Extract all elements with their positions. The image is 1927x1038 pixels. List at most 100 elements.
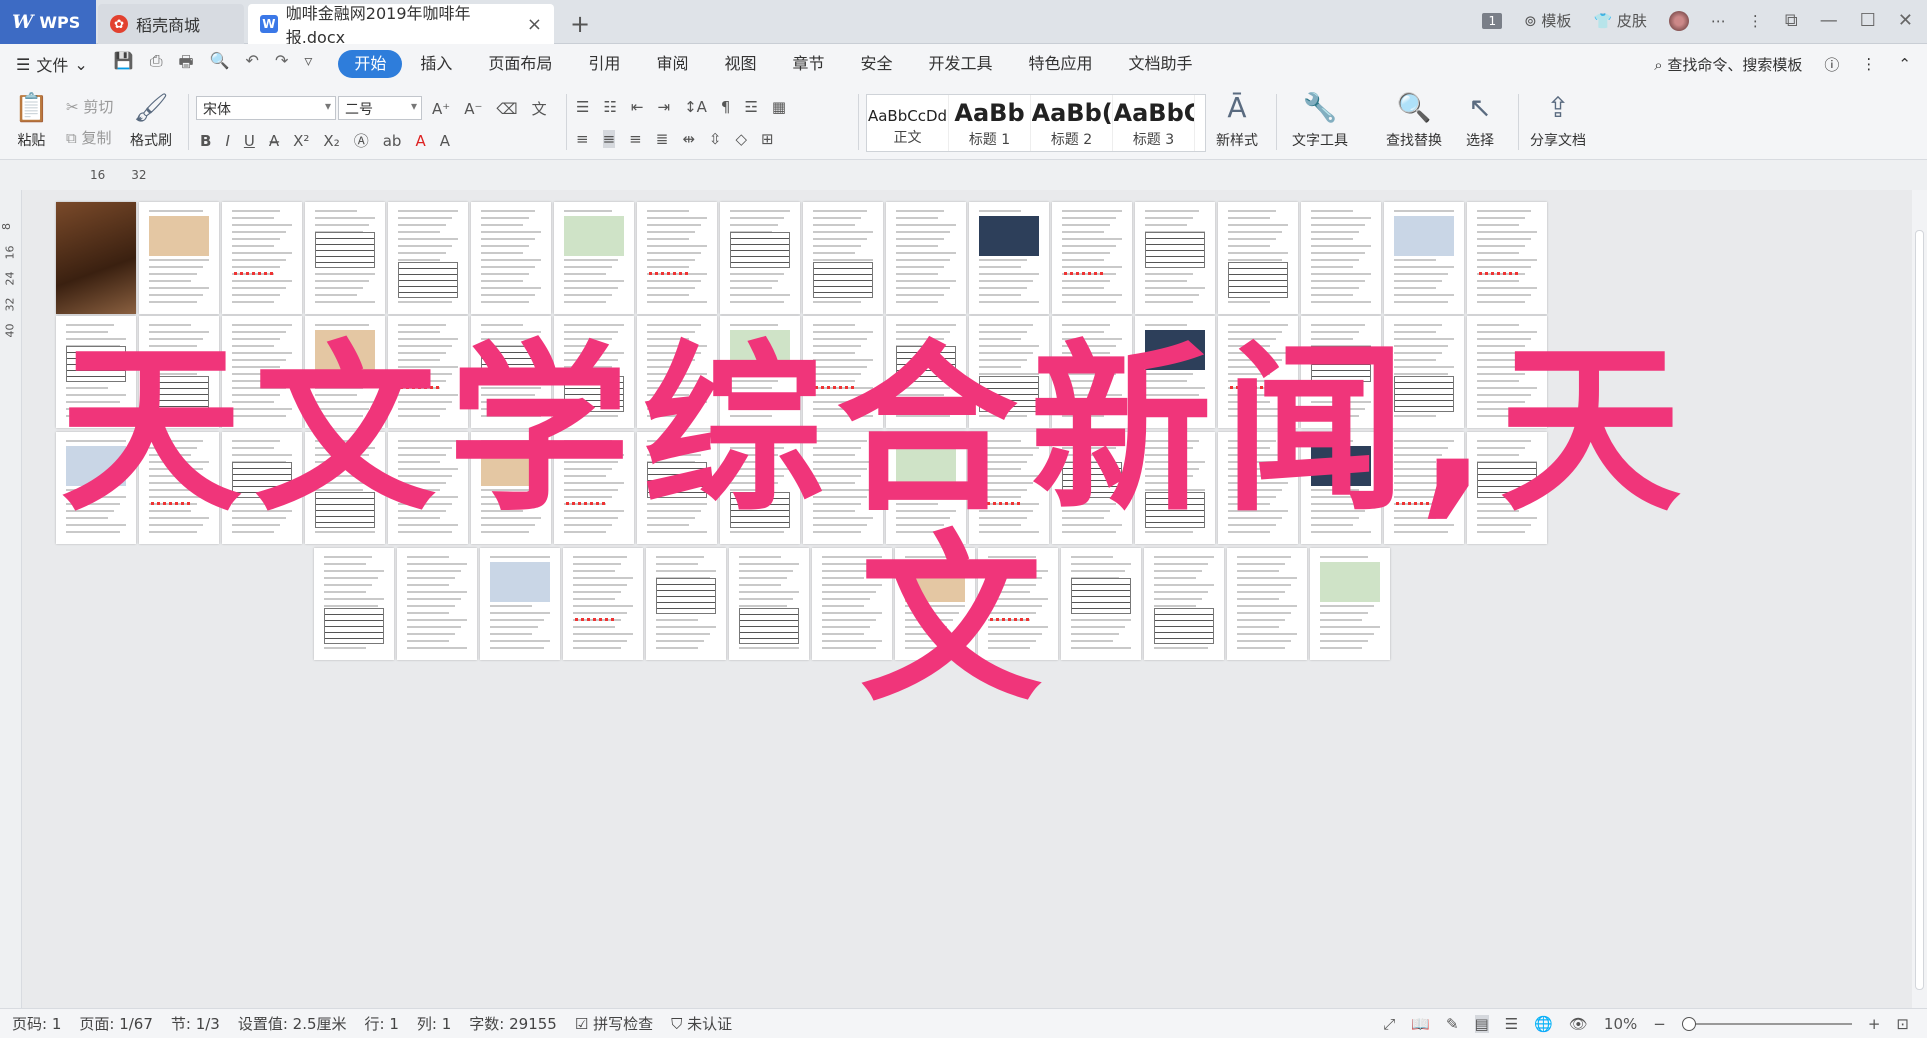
style-normal[interactable]: AaBbCcDd 正文 xyxy=(867,95,949,151)
auth-status[interactable]: ⛉ 未认证 xyxy=(671,1013,732,1034)
page-thumbnail[interactable] xyxy=(637,316,717,428)
page-thumbnail[interactable] xyxy=(222,202,302,314)
sort-icon[interactable]: ↕A xyxy=(684,98,707,116)
fullscreen-icon[interactable]: ⤢ xyxy=(1383,1015,1395,1033)
copy-button[interactable]: ⧉ 复制 xyxy=(66,127,112,148)
grow-font-icon[interactable]: A⁺ xyxy=(432,100,450,118)
status-page[interactable]: 页面: 1/67 xyxy=(79,1013,153,1034)
more-icon[interactable]: ⋮ xyxy=(1861,55,1876,73)
paragraph-spacing-icon[interactable]: ⇳ xyxy=(709,130,722,148)
close-window-icon[interactable]: ✕ xyxy=(1898,10,1913,31)
tab-featured[interactable]: 特色应用 xyxy=(1011,50,1111,78)
page-thumbnail[interactable] xyxy=(1384,316,1464,428)
zoom-out-icon[interactable]: − xyxy=(1653,1015,1666,1033)
page-thumbnail[interactable] xyxy=(554,316,634,428)
read-mode-icon[interactable]: 📖 xyxy=(1411,1015,1430,1033)
justify-icon[interactable]: ≣ xyxy=(656,130,669,148)
avatar[interactable] xyxy=(1668,10,1689,31)
page-thumbnail[interactable] xyxy=(1467,432,1547,544)
page-thumbnail[interactable] xyxy=(1135,316,1215,428)
increase-indent-icon[interactable]: ⇥ xyxy=(657,98,670,116)
template-button[interactable]: ⊚ 模板 xyxy=(1524,10,1571,31)
border-icon[interactable]: ▦ xyxy=(772,98,786,116)
page-thumbnail[interactable] xyxy=(563,548,643,660)
restore-icon[interactable]: ⧉ xyxy=(1785,10,1798,31)
highlight-icon[interactable]: ab xyxy=(383,132,402,150)
tab-document[interactable]: W 咖啡金融网2019年咖啡年报.docx × xyxy=(248,4,554,47)
tab-section[interactable]: 章节 xyxy=(774,50,842,78)
phonetic-icon[interactable]: 文 xyxy=(532,98,547,119)
page-thumbnail[interactable] xyxy=(803,316,883,428)
document-canvas[interactable] xyxy=(22,190,1912,1008)
tab-page-layout[interactable]: 页面布局 xyxy=(470,50,570,78)
page-thumbnail[interactable] xyxy=(471,432,551,544)
close-icon[interactable]: × xyxy=(527,14,542,35)
page-thumbnail[interactable] xyxy=(305,202,385,314)
new-tab-button[interactable]: + xyxy=(570,10,590,38)
page-thumbnail[interactable] xyxy=(812,548,892,660)
page-thumbnail[interactable] xyxy=(969,202,1049,314)
distribute-icon[interactable]: ⇹ xyxy=(682,130,695,148)
web-view-icon[interactable]: 🌐 xyxy=(1534,1015,1553,1033)
tab-references[interactable]: 引用 xyxy=(570,50,638,78)
outline-view-icon[interactable]: ☰ xyxy=(1505,1015,1518,1033)
align-left-icon[interactable]: ≡ xyxy=(576,130,589,148)
page-thumbnail[interactable] xyxy=(471,202,551,314)
help-icon[interactable]: ⓘ xyxy=(1824,54,1839,75)
clear-format-icon[interactable]: ⌫ xyxy=(496,100,517,118)
cut-button[interactable]: ✂ 剪切 xyxy=(66,96,113,117)
page-thumbnail[interactable] xyxy=(388,202,468,314)
align-right-icon[interactable]: ≡ xyxy=(629,130,642,148)
superscript-icon[interactable]: X² xyxy=(293,132,309,150)
page-view-icon[interactable]: ▤ xyxy=(1474,1014,1489,1033)
tab-developer[interactable]: 开发工具 xyxy=(911,50,1011,78)
decrease-indent-icon[interactable]: ⇤ xyxy=(631,98,644,116)
page-thumbnail[interactable] xyxy=(1052,202,1132,314)
page-thumbnail[interactable] xyxy=(1467,202,1547,314)
status-words[interactable]: 字数: 29155 xyxy=(469,1013,557,1034)
format-painter-button[interactable]: 🖌 格式刷 xyxy=(130,90,172,150)
page-thumbnail[interactable] xyxy=(397,548,477,660)
char-shading-icon[interactable]: A xyxy=(440,132,450,150)
maximize-icon[interactable]: ☐ xyxy=(1860,10,1876,31)
page-thumbnail[interactable] xyxy=(886,316,966,428)
style-heading-1[interactable]: AaBb 标题 1 xyxy=(949,95,1031,151)
page-thumbnail[interactable] xyxy=(886,202,966,314)
scroll-thumb[interactable] xyxy=(1915,230,1924,990)
font-size-select[interactable]: 二号 xyxy=(338,96,422,120)
page-thumbnail[interactable] xyxy=(803,432,883,544)
zoom-slider[interactable] xyxy=(1681,1016,1852,1031)
page-thumbnail[interactable] xyxy=(1301,202,1381,314)
status-setting[interactable]: 设置值: 2.5厘米 xyxy=(238,1013,347,1034)
vertical-ruler[interactable]: 8 16 24 32 40 xyxy=(0,190,22,1010)
page-thumbnail[interactable] xyxy=(1052,432,1132,544)
page-thumbnail[interactable] xyxy=(1301,316,1381,428)
tab-docer-shop[interactable]: ✿ 稻壳商城 xyxy=(98,4,244,44)
tab-wps[interactable]: W WPS xyxy=(0,0,96,44)
page-thumbnail[interactable] xyxy=(388,432,468,544)
page-thumbnail[interactable] xyxy=(1144,548,1224,660)
skin-button[interactable]: 👕 皮肤 xyxy=(1593,10,1646,31)
customize-icon[interactable]: ▿ xyxy=(304,51,312,78)
page-thumbnail[interactable] xyxy=(305,316,385,428)
style-heading-2[interactable]: AaBb( 标题 2 xyxy=(1031,95,1113,151)
status-page-number[interactable]: 页码: 1 xyxy=(12,1013,61,1034)
find-replace-button[interactable]: 🔍 查找替换 xyxy=(1386,90,1442,150)
page-thumbnail[interactable] xyxy=(803,202,883,314)
zoom-page-icon[interactable]: 🔍 xyxy=(210,51,230,78)
page-thumbnail[interactable] xyxy=(554,202,634,314)
undo-icon[interactable]: ↶ xyxy=(246,51,259,78)
page-thumbnail[interactable] xyxy=(969,432,1049,544)
shading-icon[interactable]: ◇ xyxy=(735,130,747,148)
page-thumbnail[interactable] xyxy=(1467,316,1547,428)
fit-page-icon[interactable]: ⊡ xyxy=(1896,1015,1909,1033)
text-tools-button[interactable]: 🔧 文字工具 xyxy=(1292,90,1348,150)
page-thumbnail[interactable] xyxy=(56,432,136,544)
new-style-button[interactable]: Ā 新样式 xyxy=(1216,90,1258,150)
page-thumbnail[interactable] xyxy=(471,316,551,428)
page-thumbnail[interactable] xyxy=(729,548,809,660)
shrink-font-icon[interactable]: A⁻ xyxy=(464,100,482,118)
redo-icon[interactable]: ↷ xyxy=(275,51,288,78)
page-thumbnail[interactable] xyxy=(56,202,136,314)
page-thumbnail[interactable] xyxy=(139,202,219,314)
